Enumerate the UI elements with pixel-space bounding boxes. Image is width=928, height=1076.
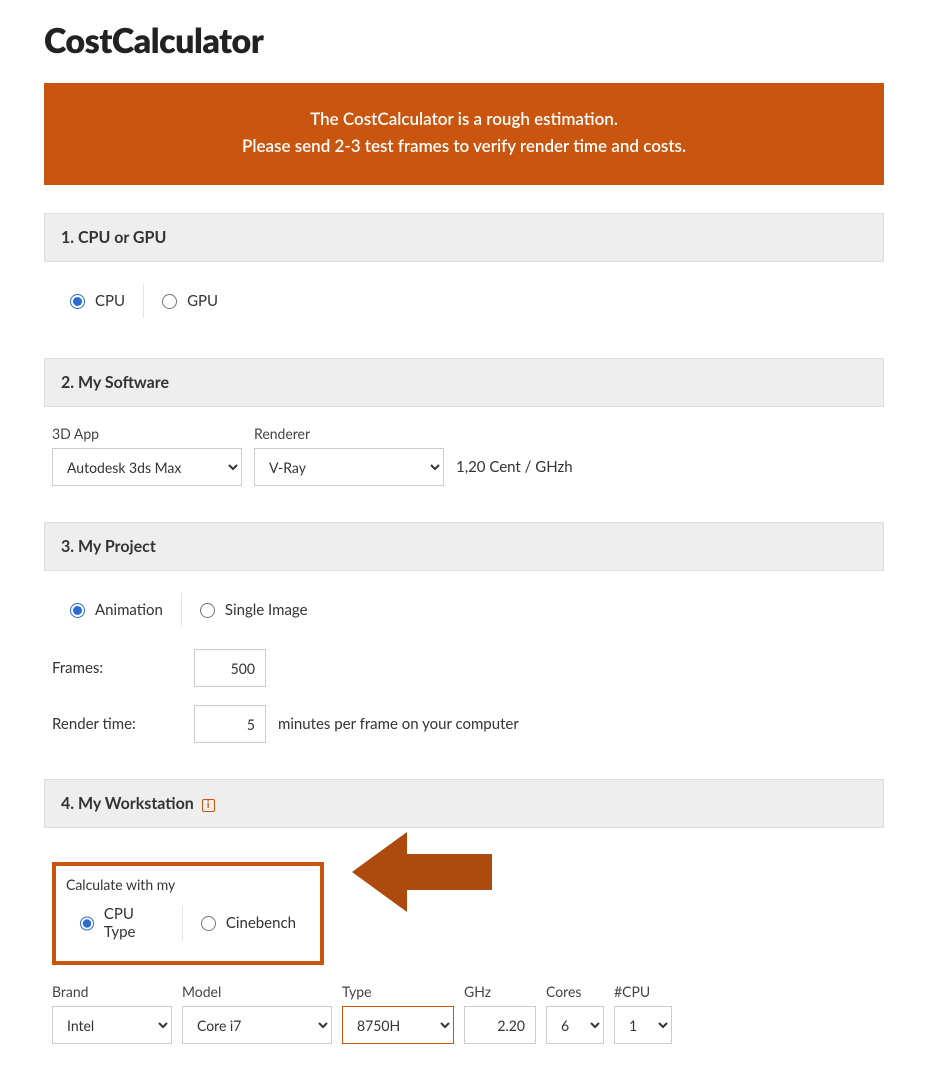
radio-cinebench[interactable]: Cinebench bbox=[183, 910, 314, 936]
notice-line-1: The CostCalculator is a rough estimation… bbox=[64, 105, 864, 132]
type-select[interactable]: 8750H bbox=[342, 1006, 454, 1044]
price-text: 1,20 Cent / GHzh bbox=[456, 458, 573, 486]
radio-animation-input[interactable] bbox=[70, 603, 85, 618]
renderer-select[interactable]: V-Ray bbox=[254, 448, 444, 486]
project-type-radio-group: Animation Single Image bbox=[52, 589, 876, 631]
section-2-header: 2. My Software bbox=[44, 358, 884, 407]
radio-animation[interactable]: Animation bbox=[52, 597, 181, 623]
radio-gpu[interactable]: GPU bbox=[144, 288, 236, 314]
cores-select[interactable]: 6 bbox=[546, 1006, 604, 1044]
radio-cinebench-label: Cinebench bbox=[226, 914, 296, 932]
radio-single-image-label: Single Image bbox=[225, 601, 308, 619]
page-title: CostCalculator bbox=[44, 20, 884, 61]
calc-method-box: Calculate with my CPU Type Cinebench bbox=[52, 862, 324, 965]
model-label: Model bbox=[182, 983, 332, 1000]
section-3-header: 3. My Project bbox=[44, 522, 884, 571]
ncpu-label: #CPU bbox=[614, 983, 672, 1000]
radio-cpu-input[interactable] bbox=[70, 294, 85, 309]
app-select[interactable]: Autodesk 3ds Max bbox=[52, 448, 242, 486]
render-time-label: Render time: bbox=[52, 715, 182, 733]
render-time-suffix: minutes per frame on your computer bbox=[278, 715, 519, 733]
cpu-gpu-radio-group: CPU GPU bbox=[52, 280, 876, 322]
calc-method-label: Calculate with my bbox=[62, 874, 314, 899]
radio-cpu[interactable]: CPU bbox=[52, 288, 143, 314]
notice-banner: The CostCalculator is a rough estimation… bbox=[44, 83, 884, 185]
type-label: Type bbox=[342, 983, 454, 1000]
radio-single-image-input[interactable] bbox=[200, 603, 215, 618]
model-select[interactable]: Core i7 bbox=[182, 1006, 332, 1044]
section-1-header: 1. CPU or GPU bbox=[44, 213, 884, 262]
radio-cpu-label: CPU bbox=[95, 292, 125, 310]
ghz-label: GHz bbox=[464, 983, 536, 1000]
section-4-header: 4. My Workstation i bbox=[44, 779, 884, 828]
radio-cpu-type[interactable]: CPU Type bbox=[62, 901, 182, 945]
render-time-input[interactable] bbox=[194, 705, 266, 743]
brand-label: Brand bbox=[52, 983, 172, 1000]
notice-line-2: Please send 2-3 test frames to verify re… bbox=[64, 132, 864, 159]
frames-input[interactable] bbox=[194, 649, 266, 687]
radio-single-image[interactable]: Single Image bbox=[182, 597, 326, 623]
ncpu-select[interactable]: 1 bbox=[614, 1006, 672, 1044]
section-4-title: 4. My Workstation bbox=[61, 794, 194, 813]
renderer-label: Renderer bbox=[254, 425, 444, 442]
radio-cpu-type-input[interactable] bbox=[80, 916, 94, 931]
frames-label: Frames: bbox=[52, 659, 182, 677]
info-icon[interactable]: i bbox=[202, 799, 215, 812]
app-label: 3D App bbox=[52, 425, 242, 442]
radio-animation-label: Animation bbox=[95, 601, 163, 619]
cores-label: Cores bbox=[546, 983, 604, 1000]
ghz-input[interactable] bbox=[464, 1006, 536, 1044]
radio-gpu-input[interactable] bbox=[162, 294, 177, 309]
radio-cinebench-input[interactable] bbox=[201, 916, 216, 931]
arrow-icon bbox=[352, 832, 502, 912]
radio-gpu-label: GPU bbox=[187, 292, 218, 310]
brand-select[interactable]: Intel bbox=[52, 1006, 172, 1044]
